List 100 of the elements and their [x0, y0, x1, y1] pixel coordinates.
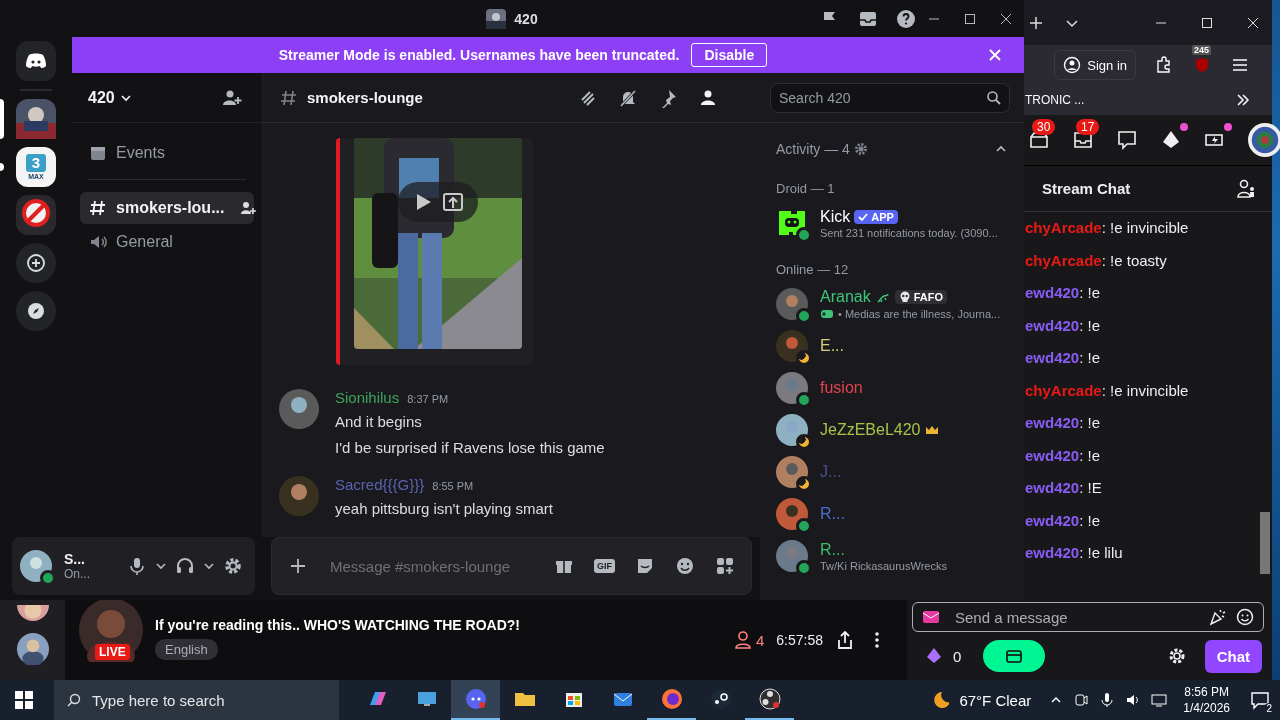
chat-title: Stream Chat	[1042, 180, 1131, 197]
chest-button[interactable]	[983, 640, 1046, 672]
emoji-icon[interactable]	[1236, 608, 1254, 626]
live-badge: LIVE	[95, 644, 130, 660]
channel-item[interactable]: General	[80, 226, 254, 258]
diamond-icon[interactable]	[1160, 129, 1182, 151]
chat-message-text: : !e invincible	[1101, 381, 1189, 399]
microphone-icon[interactable]	[1099, 692, 1116, 708]
username[interactable]: Sacred{{{G}}}	[335, 476, 425, 493]
chat-username[interactable]: chyArcade	[1025, 251, 1102, 269]
chat-button[interactable]: Chat	[1204, 639, 1262, 673]
channel-item[interactable]: smokers-lou...	[80, 192, 254, 224]
window-title: 420	[514, 10, 538, 27]
scrollbar-thumb[interactable]	[1260, 512, 1270, 574]
search-icon	[986, 89, 1002, 106]
user-status: On...	[64, 567, 90, 581]
gif-button[interactable]: GIF	[594, 559, 615, 573]
stream-title: If you're reading this.. WHO'S WATCHING THE ROAD?!	[155, 616, 520, 633]
member-name[interactable]: E...	[820, 337, 844, 355]
member-name[interactable]: Aranak	[820, 287, 871, 306]
chat-message-text: : !e toasty	[1101, 251, 1167, 269]
message-text: yeah pittsburg isn't playing smart	[335, 499, 553, 519]
message-field[interactable]: Message #smokers-lounge	[328, 556, 534, 576]
apps-icon[interactable]	[715, 556, 735, 576]
settings-icon[interactable]	[223, 556, 243, 576]
timestamp: 8:55 PM	[432, 480, 474, 492]
notification-badge: 30	[1032, 119, 1056, 135]
avatar[interactable]	[279, 476, 319, 516]
help-icon[interactable]	[896, 8, 916, 29]
member-name[interactable]: JeZzEBeL420	[820, 421, 921, 439]
compass-icon	[26, 301, 46, 321]
chat-input[interactable]: Send a message	[912, 602, 1264, 632]
disc-icon	[708, 687, 733, 711]
weather-text[interactable]: 67°F Clear	[959, 691, 1032, 709]
chest-icon	[1005, 647, 1024, 665]
share-icon[interactable]	[835, 630, 855, 650]
cheer-icon[interactable]	[922, 608, 940, 626]
discord-logo[interactable]	[16, 41, 56, 81]
skull-icon	[898, 290, 911, 303]
add-server-button[interactable]	[16, 243, 56, 283]
member-name[interactable]: R...	[820, 505, 845, 523]
add-user-icon[interactable]	[240, 200, 257, 216]
points-count: 0	[953, 647, 962, 665]
member-name[interactable]: fusion	[820, 379, 863, 397]
party-icon[interactable]	[1208, 608, 1226, 626]
member-status: • Medias are the illness, Journa...	[838, 307, 1001, 320]
bell-off-icon[interactable]	[618, 87, 638, 108]
group-title: Droid — 1	[776, 181, 836, 196]
plus-icon[interactable]	[288, 556, 308, 576]
timestamp: 8:37 PM	[407, 393, 449, 405]
language-tag[interactable]: English	[155, 638, 218, 660]
member-name[interactable]: Kick	[820, 207, 851, 226]
chat-bubble-icon[interactable]	[1116, 129, 1138, 151]
user-name[interactable]: S...	[64, 551, 90, 567]
caret-icon[interactable]	[203, 560, 215, 572]
avatar[interactable]	[279, 389, 319, 429]
gear-icon[interactable]	[853, 142, 868, 156]
banner-text: Streamer Mode is enabled. Usernames have been truncated.	[278, 47, 680, 63]
sign-in-button[interactable]: Sign in	[1054, 50, 1136, 80]
camera-icon[interactable]	[1073, 692, 1090, 708]
activity-label: Activity — 4	[776, 141, 850, 157]
discover-button[interactable]	[16, 291, 56, 331]
chat-username[interactable]: chyArcade	[1025, 219, 1102, 236]
record-icon	[757, 687, 782, 711]
message-text: I'd be surprised if Ravens lose this game	[335, 438, 605, 458]
message-text: And it begins	[335, 412, 422, 432]
clock-time[interactable]: 8:56 PM	[1184, 684, 1229, 700]
server-name[interactable]: 420	[88, 88, 115, 107]
member-status: Sent 231 notifications today. (3090...	[820, 226, 998, 239]
username[interactable]: Sionihilus	[335, 389, 400, 406]
caret-icon[interactable]	[155, 560, 167, 572]
windows-icon[interactable]	[14, 690, 34, 710]
channel-item[interactable]: Events	[80, 137, 254, 169]
chat-message-text: : !E	[1079, 479, 1102, 496]
headphones-icon[interactable]	[175, 556, 195, 576]
emoji-icon[interactable]	[675, 556, 695, 576]
clock-date[interactable]: 1/4/2026	[1183, 700, 1230, 716]
notification-icon[interactable]	[1250, 690, 1270, 710]
network-icon[interactable]	[1151, 692, 1168, 708]
server-label: 3	[25, 153, 47, 172]
play-overlay[interactable]	[398, 182, 478, 222]
search-icon	[66, 692, 82, 708]
search-field[interactable]: Type here to search	[54, 680, 339, 720]
disable-button[interactable]: Disable	[691, 43, 768, 67]
sticker-icon[interactable]	[635, 556, 655, 576]
popout-icon[interactable]	[441, 190, 465, 214]
member-status: Tw/Ki RickasaurusWrecks	[820, 559, 947, 572]
account-icon	[1063, 56, 1082, 74]
member-name[interactable]: R...	[820, 540, 845, 559]
group-title: Online — 12	[776, 262, 850, 277]
chat-username[interactable]: chyArcade	[1025, 381, 1102, 399]
chat-message-text: : !e	[1079, 349, 1101, 366]
search-field[interactable]: Search 420	[770, 82, 1010, 113]
microphone-icon[interactable]	[127, 556, 147, 576]
inbox-icon[interactable]	[1072, 129, 1094, 151]
guild-tag: FAFO	[894, 289, 948, 304]
chat-message-text: : !e	[1079, 511, 1101, 529]
plus-icon[interactable]	[1028, 14, 1044, 31]
prohibited-sign-icon[interactable]	[16, 195, 56, 235]
bookmark-link[interactable]: TRONIC ...	[1025, 93, 1085, 107]
